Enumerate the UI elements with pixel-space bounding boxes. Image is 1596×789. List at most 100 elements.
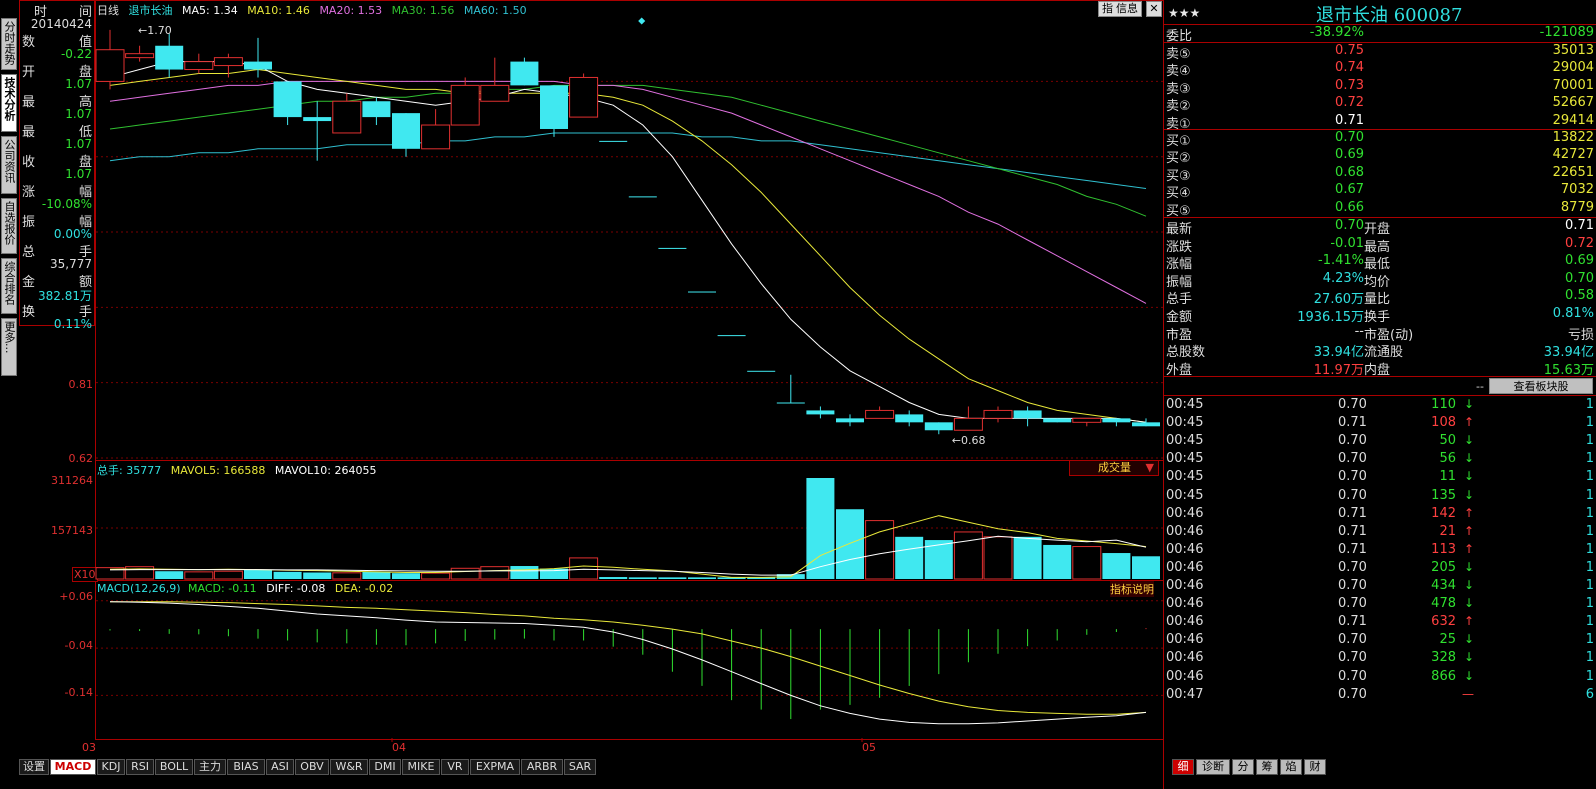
tick-volume: 110 [1431,397,1456,412]
bid-label: 买④ [1166,186,1191,202]
tick-price: 0.70 [1338,451,1367,467]
tick-price: 0.71 [1338,415,1367,431]
view-sector-stocks-button[interactable]: 查看板块股 [1489,378,1593,394]
tick-count: 1 [1585,632,1594,648]
volume-bar [155,571,184,579]
bid-row: 买② 0.69 42727 [1166,147,1594,166]
candle-body [806,410,835,415]
stat-label: 均价 [1364,274,1391,290]
indicator-tab-bias[interactable]: BIAS [227,759,265,775]
arrow-down-icon: ↓ [1463,650,1474,665]
stat-value: 0.71 [1565,218,1594,233]
candle-body [628,196,657,198]
tick-price: 0.70 [1338,668,1367,684]
ask-row: 卖④ 0.74 29004 [1166,60,1594,79]
x-axis-label: 04 [392,741,406,754]
bid-volume: 22651 [1552,164,1594,180]
quote-tab[interactable]: 财 [1304,759,1326,775]
indicator-tab-vr[interactable]: VR [441,759,469,775]
stat-value: 33.94亿 [1313,345,1364,361]
indicator-tab-[interactable]: 主力 [194,759,226,775]
quote-tab[interactable]: 分 [1232,759,1254,775]
volume-bar [1043,544,1072,579]
indicator-tab-[interactable]: 设置 [19,759,49,775]
candle-body [510,61,539,86]
indicator-tab-kdj[interactable]: KDJ [97,759,125,775]
stat-label: 最新 [1166,222,1193,237]
tick-time: 00:46 [1166,578,1204,593]
weibi-label: 委比 [1166,29,1193,44]
indicator-tab-arbr[interactable]: ARBR [521,759,563,775]
indicator-tab-mike[interactable]: MIKE [402,759,440,775]
ask-label: 卖③ [1166,81,1191,97]
tick-price: 0.71 [1338,541,1367,557]
bid-label: 买③ [1166,168,1191,184]
stat-value: 1936.15万 [1297,310,1364,325]
tick-price: 0.70 [1338,397,1367,412]
tick-row: 00:46 0.71 21 ↑ 1 [1166,524,1596,542]
indicator-tab-expma[interactable]: EXPMA [470,759,520,775]
tick-count: 1 [1585,650,1594,666]
indicator-tab-wr[interactable]: W&R [330,759,368,775]
indicator-tab-asi[interactable]: ASI [266,759,294,775]
candle-body [776,402,805,404]
tick-price: 0.70 [1338,469,1367,485]
indicator-tab-macd[interactable]: MACD [50,759,96,775]
tick-price: 0.70 [1338,650,1367,666]
indicator-tab-boll[interactable]: BOLL [155,759,193,775]
tick-volume: 108 [1431,415,1456,431]
tick-row: 00:46 0.70 205 ↓ 1 [1166,560,1596,578]
candle-body [924,422,953,431]
stat-value: 33.94亿 [1543,345,1594,361]
quote-tab[interactable]: 筹 [1256,759,1278,775]
ask-row: 卖③ 0.73 70001 [1166,77,1594,97]
volume-bar [273,571,302,579]
ask-row: 卖② 0.72 52667 [1166,95,1594,114]
candle-body [1013,410,1042,419]
tick-time: 00:45 [1166,433,1204,449]
candle-body [599,140,628,142]
indicator-tab-rsi[interactable]: RSI [126,759,154,775]
tick-volume: 328 [1431,650,1456,666]
tick-price: 0.70 [1338,596,1367,612]
volume-bar [658,577,687,579]
indicator-tab-dmi[interactable]: DMI [369,759,401,775]
stat-value: 0.81% [1552,306,1594,321]
ask-volume: 70001 [1552,77,1594,93]
ask-price: 0.74 [1335,60,1364,76]
weicha-value: -121089 [1539,25,1594,40]
stat-label: 量比 [1364,292,1391,308]
indicator-tab-sar[interactable]: SAR [564,759,596,775]
stat-row: 总手 27.60万 量比 0.58 [1166,288,1594,308]
arrow-down-icon: ↓ [1463,451,1474,466]
quote-tab[interactable]: 焰 [1280,759,1302,775]
stock-chart[interactable]: ←1.70 ←0.68 [0,0,1164,742]
volume-bar [332,572,362,580]
quote-tab[interactable]: 诊断 [1196,759,1230,775]
tick-time: 00:46 [1166,596,1204,612]
volume-bar [184,571,214,580]
stat-value: -1.41% [1318,253,1364,269]
tick-row: 00:45 0.70 135 ↓ 1 [1166,488,1596,506]
diff-line [109,601,1147,725]
candle-body [273,81,302,118]
rating-stars: ★★★ [1168,6,1201,20]
volume-bar [450,567,480,580]
volume-bar [480,566,510,580]
quote-tab[interactable]: 细 [1172,759,1194,775]
tick-time: 00:45 [1166,469,1204,485]
tick-volume: 25 [1439,632,1456,648]
tick-count: 1 [1585,469,1594,485]
stat-label: 市盈(动) [1364,327,1414,343]
bid-volume: 13822 [1552,130,1594,145]
stat-value: 0.69 [1565,253,1594,269]
tick-count: 1 [1585,541,1594,557]
volume-bar [983,536,1013,580]
candle-body [895,414,924,423]
volume-bar [303,572,332,579]
bid-price: 0.69 [1335,147,1364,163]
candle-body [332,100,362,134]
volume-bar [510,566,539,579]
ask-volume: 29004 [1552,60,1594,76]
indicator-tab-obv[interactable]: OBV [295,759,329,775]
